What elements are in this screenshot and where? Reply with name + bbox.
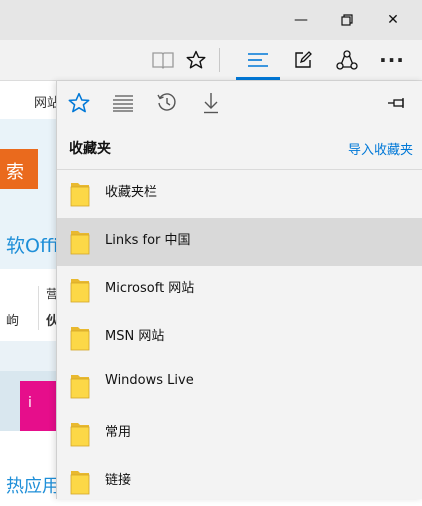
title-bar: — ✕ bbox=[0, 0, 422, 40]
browser-toolbar: ··· bbox=[0, 40, 422, 81]
favorite-folder-item[interactable]: MSN 网站 bbox=[57, 314, 422, 362]
favorite-folder-label: 链接 bbox=[105, 473, 132, 488]
pin-hub-button[interactable] bbox=[379, 85, 415, 121]
restore-button[interactable] bbox=[324, 0, 370, 40]
favorite-folder-item[interactable]: Windows Live bbox=[57, 362, 422, 410]
folder-icon bbox=[70, 183, 90, 207]
favorite-folder-item[interactable]: 收藏夹栏 bbox=[57, 170, 422, 218]
bg-promo-label: i bbox=[28, 395, 32, 411]
pin-icon bbox=[388, 98, 404, 108]
reading-list-icon bbox=[113, 95, 133, 112]
folder-icon bbox=[70, 231, 90, 255]
tab-downloads[interactable] bbox=[189, 81, 233, 125]
bg-search-button-label: 索 bbox=[6, 162, 24, 183]
more-button[interactable]: ··· bbox=[372, 40, 412, 80]
minimize-button[interactable]: — bbox=[278, 0, 324, 40]
bg-cell-text: 岣 bbox=[6, 314, 20, 329]
bg-cell-text: 伙 bbox=[46, 314, 56, 329]
favorites-title: 收藏夹 bbox=[69, 141, 111, 157]
bg-info-row: 岣 营 伙 bbox=[0, 278, 56, 338]
star-outline-icon bbox=[68, 92, 90, 113]
tab-history[interactable] bbox=[145, 81, 189, 125]
bg-nav-bar: 网站 bbox=[0, 81, 56, 120]
close-button[interactable]: ✕ bbox=[370, 0, 416, 40]
background-web-page: 网站 索 软Offi 岣 营 伙 i 热应用 bbox=[0, 81, 56, 499]
hub-panel: 收藏夹 导入收藏夹 收藏夹栏 Links for 中国 Microsoft 网站 MS… bbox=[56, 81, 422, 499]
bg-headline[interactable]: 软Offi bbox=[6, 231, 56, 258]
favorite-folder-label: 常用 bbox=[105, 425, 132, 440]
bg-search-button[interactable]: 索 bbox=[0, 149, 38, 189]
tab-reading-list[interactable] bbox=[101, 81, 145, 125]
web-note-button[interactable] bbox=[283, 40, 323, 80]
star-outline-icon bbox=[186, 50, 206, 69]
bg-divider bbox=[38, 286, 39, 330]
hub-lines-icon bbox=[248, 53, 268, 67]
favorite-folder-item[interactable]: 常用 bbox=[57, 410, 422, 458]
pen-square-icon bbox=[295, 51, 312, 68]
folder-icon bbox=[70, 471, 90, 495]
bg-promo-button[interactable]: i bbox=[20, 381, 56, 431]
bg-cell-text: 营 bbox=[46, 287, 56, 301]
toolbar-separator bbox=[219, 48, 220, 72]
favorite-folder-label: Windows Live bbox=[105, 373, 194, 388]
folder-icon bbox=[70, 279, 90, 303]
share-button[interactable] bbox=[327, 40, 367, 80]
favorites-list: 收藏夹栏 Links for 中国 Microsoft 网站 MSN 网站 Window… bbox=[57, 170, 422, 506]
folder-icon bbox=[70, 327, 90, 351]
favorite-folder-label: MSN 网站 bbox=[105, 329, 165, 344]
hub-button[interactable] bbox=[238, 40, 278, 80]
history-icon bbox=[157, 93, 176, 111]
folder-icon bbox=[70, 375, 90, 399]
favorite-folder-item[interactable]: Microsoft 网站 bbox=[57, 266, 422, 314]
restore-icon bbox=[341, 14, 353, 26]
bg-section-heading: 热应用 bbox=[6, 476, 56, 497]
hub-tab-bar bbox=[57, 81, 422, 125]
favorite-folder-label: Microsoft 网站 bbox=[105, 281, 195, 296]
share-icon bbox=[336, 50, 358, 70]
bg-nav-link[interactable]: 网站 bbox=[34, 92, 56, 111]
favorite-folder-item[interactable]: Links for 中国 bbox=[57, 218, 422, 266]
download-icon bbox=[204, 93, 218, 114]
hub-active-indicator bbox=[236, 77, 280, 80]
tab-favorites[interactable] bbox=[57, 81, 101, 125]
folder-icon bbox=[70, 423, 90, 447]
favorites-header: 收藏夹 导入收藏夹 bbox=[57, 125, 422, 170]
book-icon bbox=[152, 52, 174, 69]
favorite-folder-label: 收藏夹栏 bbox=[105, 185, 158, 200]
favorite-folder-label: Links for 中国 bbox=[105, 233, 191, 248]
add-favorite-button[interactable] bbox=[176, 40, 216, 80]
import-favorites-link[interactable]: 导入收藏夹 bbox=[348, 139, 413, 158]
